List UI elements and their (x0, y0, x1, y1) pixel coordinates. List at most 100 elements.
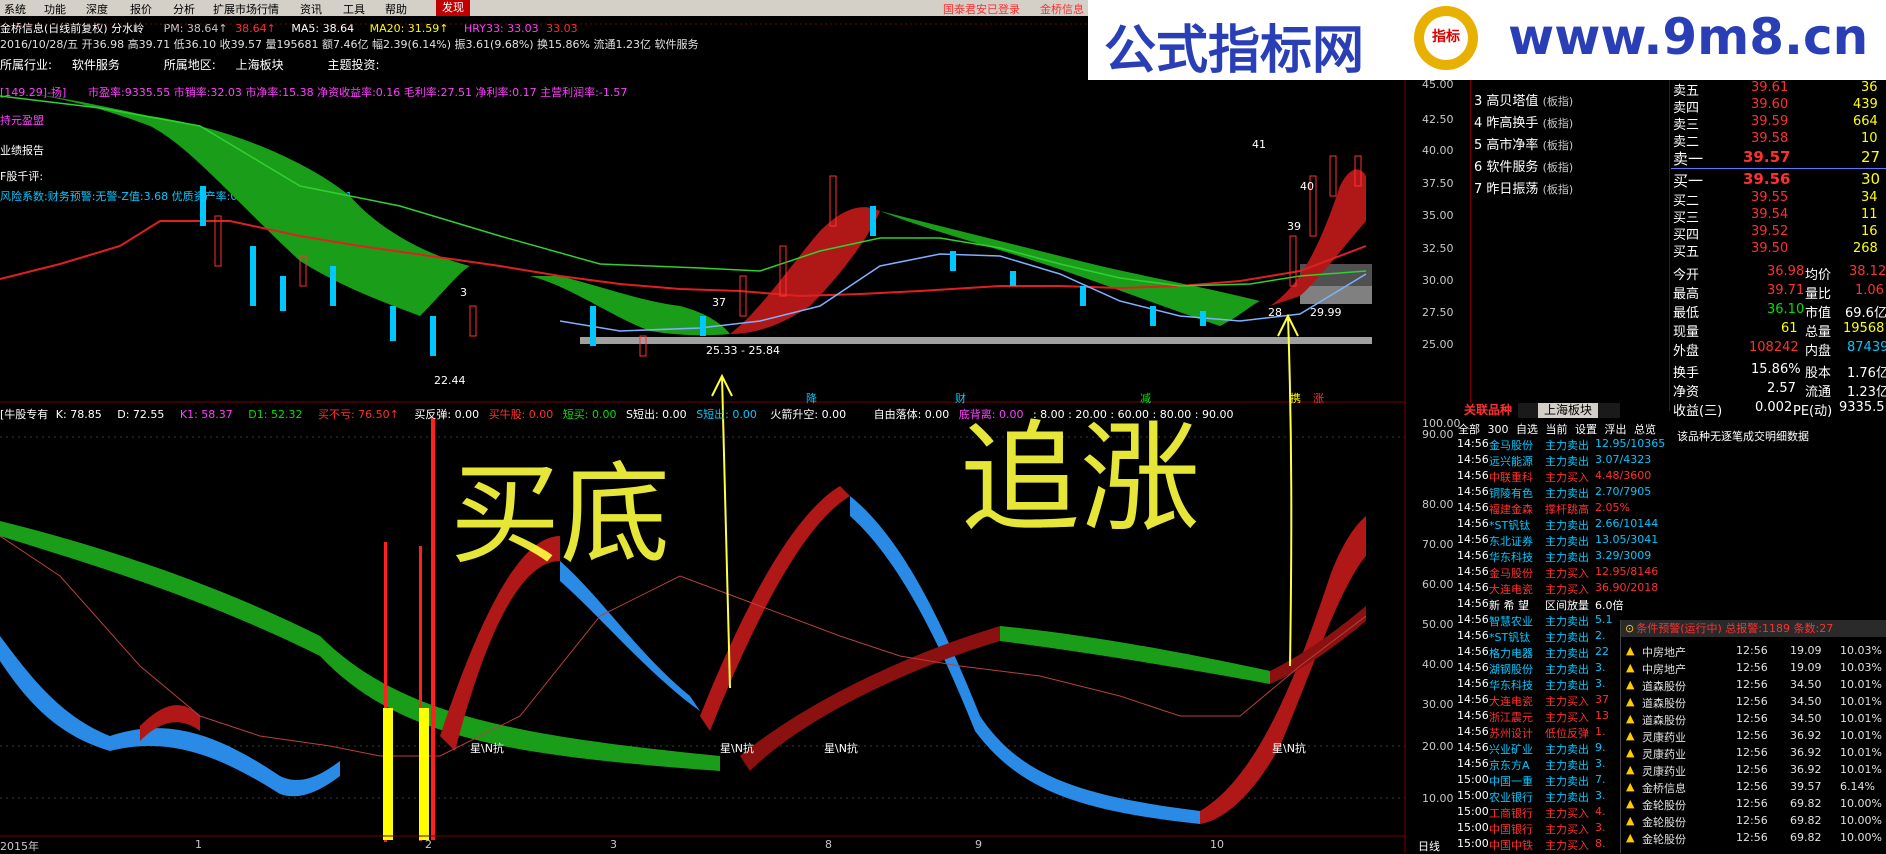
ticker-row[interactable]: 14:56 *ST钒钛 主力卖出 2.66/10144 (1457, 517, 1658, 532)
ticker-row[interactable]: 14:56 苏州设计 低位反弹 1. (1457, 725, 1617, 740)
ind-tick-20: 20.00 (1422, 740, 1454, 753)
tab-related[interactable]: 关联品种 (1458, 403, 1519, 418)
event-3: 减 (1140, 392, 1151, 405)
ticker-row[interactable]: 14:56 远兴能源 主力卖出 3.07/4323 (1457, 453, 1651, 468)
ticker-act: 主力卖出 (1545, 439, 1589, 452)
ticker-row[interactable]: 14:56 兴业矿业 主力卖出 9. (1457, 741, 1617, 756)
ticker-row[interactable]: 14:56 铜陵有色 主力卖出 2.70/7905 (1457, 485, 1651, 500)
ticker-row[interactable]: 14:56 中联重科 主力买入 4.48/3600 (1457, 469, 1651, 484)
sub-tab-300[interactable]: 300 (1488, 423, 1509, 436)
condition-pct: 10.03% (1840, 661, 1882, 674)
condition-row[interactable]: ▲ 道森股份 12:56 34.50 10.01% (1620, 678, 1886, 695)
rank-item[interactable]: 7 昨日振荡 (板指) (1474, 178, 1573, 197)
condition-header[interactable]: ⊙ 条件预警(运行中) 总报警:1189 条数:27 (1621, 620, 1886, 637)
sub-tab-settings[interactable]: 设置 (1575, 423, 1597, 436)
ticker-v: 9. (1595, 741, 1606, 754)
ticker-row[interactable]: 14:56 华东科技 主力卖出 3. (1457, 677, 1617, 692)
ticker-act: 主力卖出 (1545, 519, 1589, 532)
condition-row[interactable]: ▲ 金轮股份 12:56 69.82 10.00% (1620, 797, 1886, 814)
menu-function[interactable]: 功能 (44, 1, 66, 17)
ticker-row[interactable]: 15:00 农业银行 主力卖出 3. (1457, 789, 1617, 804)
event-1: 降 (806, 392, 817, 405)
condition-row[interactable]: ▲ 灵康药业 12:56 36.92 10.01% (1620, 763, 1886, 780)
ticker-name: 福建金森 (1489, 503, 1533, 516)
ticker-row[interactable]: 15:00 工商银行 主力买入 4. (1457, 805, 1617, 820)
ticker-row[interactable]: 14:56 智慧农业 主力卖出 5.1 (1457, 613, 1617, 628)
menu-system[interactable]: 系统 (4, 1, 26, 17)
condition-t: 12:56 (1736, 780, 1768, 793)
ticker-row[interactable]: 14:56 *ST钒钛 主力卖出 2. (1457, 629, 1617, 644)
condition-row[interactable]: ▲ 道森股份 12:56 34.50 10.01% (1620, 695, 1886, 712)
rank-item[interactable]: 4 昨高换手 (板指) (1474, 112, 1573, 131)
menu-depth[interactable]: 深度 (86, 1, 108, 17)
ticker-act: 主力卖出 (1545, 455, 1589, 468)
condition-row[interactable]: ▲ 道森股份 12:56 34.50 10.01% (1620, 712, 1886, 729)
condition-p: 34.50 (1790, 695, 1822, 708)
bid-row: 买二 39.55 34 (1673, 190, 1878, 209)
sub-tab-current[interactable]: 当前 (1546, 423, 1568, 436)
condition-row[interactable]: ▲ 金桥信息 12:56 39.57 6.14% (1620, 780, 1886, 797)
ticker-act: 主力卖出 (1545, 759, 1589, 772)
ticker-row[interactable]: 14:56 金马股份 主力卖出 12.95/10365 (1457, 437, 1665, 452)
sub-tab-watch[interactable]: 自选 (1516, 423, 1538, 436)
rank-item[interactable]: 5 高市净率 (板指) (1474, 134, 1573, 153)
stat-row: 换手 15.86% 股本 1.76亿 (1673, 362, 1886, 381)
tab-shanghai[interactable]: 上海板块 (1538, 403, 1599, 418)
condition-row[interactable]: ▲ 灵康药业 12:56 36.92 10.01% (1620, 729, 1886, 746)
menu-help[interactable]: 帮助 (385, 1, 407, 17)
condition-name: 金轮股份 (1642, 833, 1686, 846)
menu-news[interactable]: 资讯 (300, 1, 322, 17)
sub-tab-float[interactable]: 浮出 (1605, 423, 1627, 436)
ticker-t: 14:56 (1457, 629, 1489, 642)
condition-pct: 10.00% (1840, 814, 1882, 827)
condition-row[interactable]: ▲ 中房地产 12:56 19.09 10.03% (1620, 644, 1886, 661)
ticker-row[interactable]: 14:56 大连电瓷 主力买入 36.90/2018 (1457, 581, 1658, 596)
sub-tab-overview[interactable]: 总览 (1634, 423, 1656, 436)
ticker-row[interactable]: 14:56 格力电器 主力卖出 22 (1457, 645, 1617, 660)
watermark-title: 公式指标网 (1104, 21, 1365, 81)
ticker-row[interactable]: 14:56 华东科技 主力卖出 3.29/3009 (1457, 549, 1651, 564)
tab-bar: 关联品种 上海板块 (1458, 403, 1620, 418)
ask-row: 卖四 39.60 439 (1673, 97, 1878, 116)
ticker-row[interactable]: 14:56 福建金森 撑杆跳高 2.05% (1457, 501, 1630, 516)
ticker-row[interactable]: 14:56 金马股份 主力买入 12.95/8146 (1457, 565, 1658, 580)
condition-row[interactable]: ▲ 灵康药业 12:56 36.92 10.01% (1620, 746, 1886, 763)
anno-low: 22.44 (434, 374, 466, 387)
sub-tab-all[interactable]: 全部 (1458, 423, 1480, 436)
ticker-t: 14:56 (1457, 517, 1489, 530)
condition-row[interactable]: ▲ 金轮股份 12:56 69.82 10.00% (1620, 831, 1886, 848)
login-status: 国泰君安已登录 (943, 3, 1020, 16)
ticker-name: 格力电器 (1489, 647, 1533, 660)
condition-row[interactable]: ▲ 中房地产 12:56 19.09 10.03% (1620, 661, 1886, 678)
ind-short-buy: 短买: 0.00 (562, 408, 617, 421)
ind-mark-4: 星\N抗 (1272, 742, 1306, 755)
ticker-row[interactable]: 14:56 大连电瓷 主力买入 37 (1457, 693, 1617, 708)
menu-analysis[interactable]: 分析 (173, 1, 195, 17)
ticker-row[interactable]: 14:56 京东方A 主力卖出 3. (1457, 757, 1617, 772)
price-tick-7: 30.00 (1422, 274, 1454, 287)
ticker-t: 15:00 (1457, 821, 1489, 834)
condition-name: 金桥信息 (1642, 782, 1686, 795)
menu-quote[interactable]: 报价 (130, 1, 152, 17)
condition-row[interactable]: ▲ 金轮股份 12:56 69.82 10.00% (1620, 814, 1886, 831)
rank-item[interactable]: 3 高贝塔值 (板指) (1474, 90, 1573, 109)
menu-tools[interactable]: 工具 (343, 1, 365, 17)
ind-green-band-2 (1000, 626, 1270, 684)
ticker-row[interactable]: 15:00 中国一重 主力卖出 7. (1457, 773, 1617, 788)
ticker-row[interactable]: 14:56 浙江震元 主力买入 13 (1457, 709, 1617, 724)
period-daily[interactable]: 日线 (1418, 838, 1440, 854)
ticker-row[interactable]: 14:56 新 希 望 区间放量 6.0倍 (1457, 597, 1624, 612)
alert-arrow-icon: ▲ (1626, 712, 1635, 725)
stat-row: 今开 36.98 均价 38.12 (1673, 264, 1886, 283)
ticker-row[interactable]: 14:56 东北证券 主力卖出 13.05/3041 (1457, 533, 1658, 548)
rank-item[interactable]: 6 软件服务 (板指) (1474, 156, 1573, 175)
ind-buy-no: 买不亏: 76.50↑ (317, 408, 399, 421)
ticker-row[interactable]: 15:00 中国银行 主力买入 3. (1457, 821, 1617, 836)
ticker-v: 3. (1595, 677, 1606, 690)
alert-arrow-icon: ▲ (1626, 695, 1635, 708)
menu-discover[interactable]: 发现 (436, 0, 470, 16)
menu-ext-market[interactable]: 扩展市场行情 (213, 1, 279, 17)
ticker-row[interactable]: 15:00 中国中铁 主力买入 8. (1457, 837, 1617, 852)
ticker-t: 14:56 (1457, 661, 1489, 674)
ticker-row[interactable]: 14:56 湖钢股份 主力卖出 3. (1457, 661, 1617, 676)
